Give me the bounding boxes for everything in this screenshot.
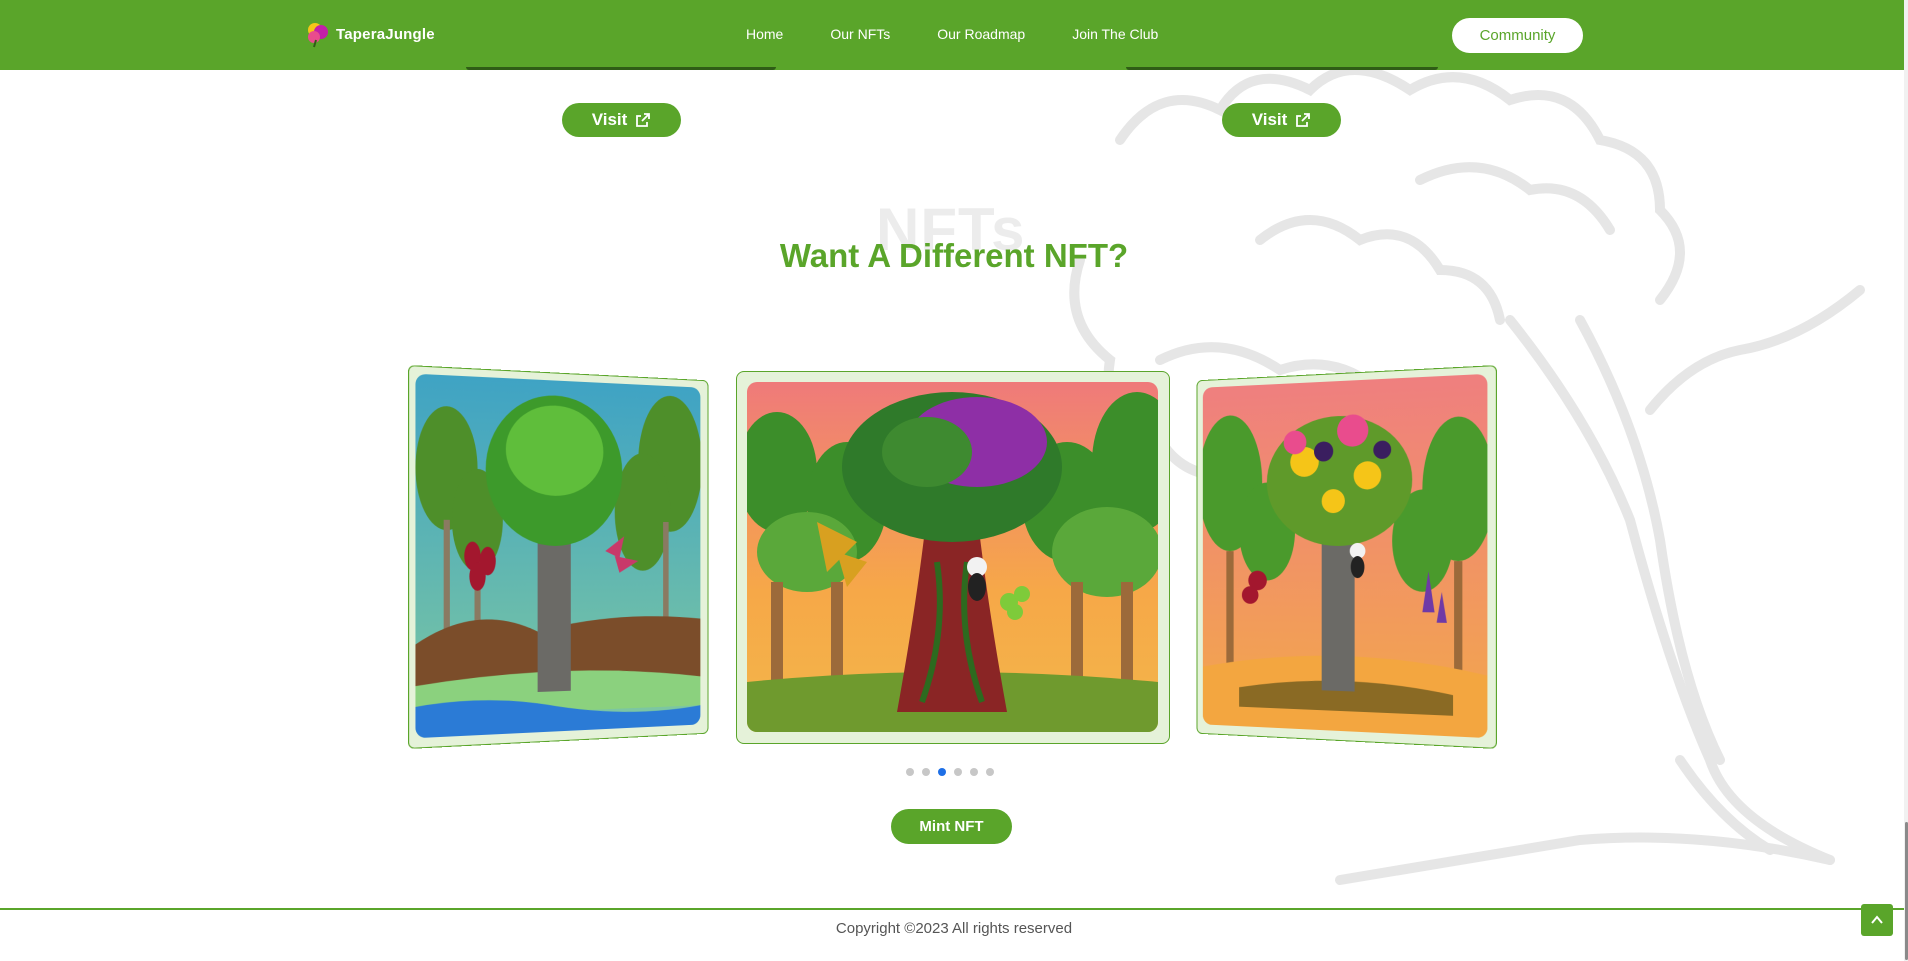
main-nav: Home Our NFTs Our Roadmap Join The Club [746, 26, 1158, 42]
external-link-icon [636, 113, 651, 127]
mint-nft-button[interactable]: Mint NFT [891, 809, 1012, 844]
nav-home[interactable]: Home [746, 26, 783, 42]
copyright-text: Copyright ©2023 All rights reserved [835, 920, 1073, 937]
nft-image-active [747, 382, 1158, 732]
community-button[interactable]: Community [1452, 18, 1583, 53]
external-link-icon [1296, 113, 1311, 127]
carousel-dot-2[interactable] [922, 768, 930, 776]
nav-join-the-club[interactable]: Join The Club [1072, 26, 1158, 42]
footer-divider [0, 908, 1908, 910]
top-navbar: TaperaJungle Home Our NFTs Our Roadmap J… [0, 0, 1908, 70]
carousel-pagination [906, 768, 994, 776]
logo-text: TaperaJungle [336, 25, 435, 43]
visit-label: Visit [1251, 110, 1288, 129]
nft-image-next [1202, 373, 1488, 739]
nav-our-nfts[interactable]: Our NFTs [830, 26, 890, 42]
carousel-slide-prev[interactable] [408, 365, 709, 749]
scroll-to-top-button[interactable] [1861, 904, 1893, 936]
carousel-slide-active[interactable] [736, 371, 1170, 744]
carousel-dot-6[interactable] [986, 768, 994, 776]
carousel-dot-4[interactable] [954, 768, 962, 776]
carousel-dot-5[interactable] [970, 768, 978, 776]
carousel-dot-3[interactable] [938, 768, 946, 776]
site-logo[interactable]: TaperaJungle [304, 20, 435, 48]
nft-image-prev [415, 373, 701, 739]
page-scrollbar-track[interactable] [1904, 0, 1908, 961]
card-bottom-edge-left [466, 67, 776, 70]
carousel-slide-next[interactable] [1196, 365, 1497, 749]
carousel-dot-1[interactable] [906, 768, 914, 776]
visit-label: Visit [591, 110, 628, 129]
card-bottom-edge-right [1126, 67, 1438, 70]
visit-button-right[interactable]: Visit [1222, 103, 1341, 137]
section-title: Want A Different NFT? [779, 237, 1129, 274]
logo-balloon-icon [308, 23, 328, 48]
nav-our-roadmap[interactable]: Our Roadmap [937, 26, 1025, 42]
visit-button-left[interactable]: Visit [562, 103, 681, 137]
chevron-up-icon [1871, 915, 1883, 924]
